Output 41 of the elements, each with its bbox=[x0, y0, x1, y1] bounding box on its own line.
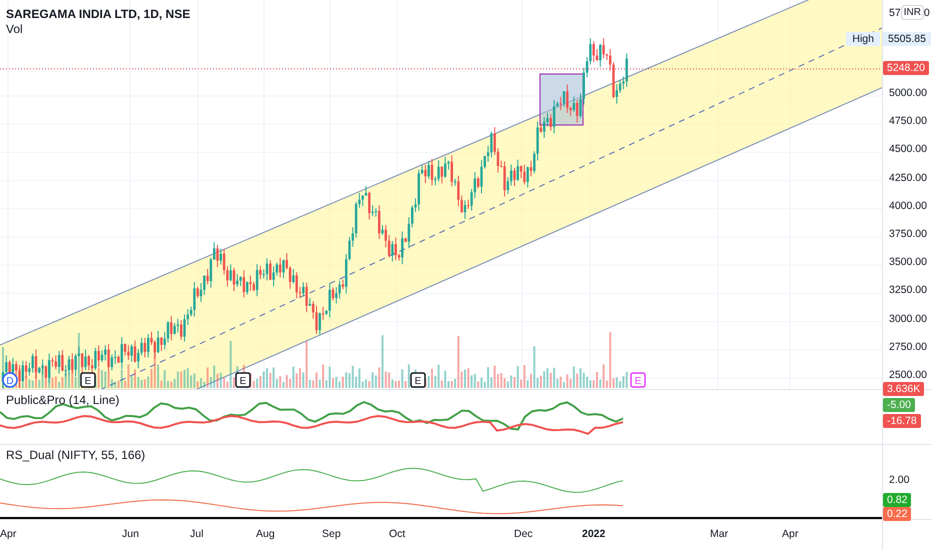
time-label: Jun bbox=[122, 528, 139, 540]
axis-tick: 3000.00 bbox=[889, 312, 927, 324]
time-label: 2022 bbox=[582, 528, 606, 540]
high-label: High bbox=[846, 32, 880, 46]
time-label: Dec bbox=[514, 528, 533, 540]
indicator-value: -5.00 bbox=[883, 398, 915, 412]
axis-tick: 3250.00 bbox=[889, 284, 927, 296]
indicator-value: 0.22 bbox=[883, 507, 912, 521]
axis-tick: 2500.00 bbox=[889, 368, 927, 381]
earnings-marker[interactable]: E bbox=[80, 372, 96, 388]
volume-label: Vol bbox=[6, 22, 23, 36]
earnings-marker[interactable]: E bbox=[410, 372, 426, 388]
axis-tick: 5000.00 bbox=[889, 87, 927, 99]
axis-tick: 2750.00 bbox=[889, 340, 927, 353]
last-price-label: 5248.20 bbox=[883, 61, 929, 75]
earnings-marker[interactable]: E bbox=[235, 372, 251, 388]
high-value: 5505.85 bbox=[883, 32, 931, 46]
time-label: Mar bbox=[710, 528, 728, 540]
indicator-title: Public&Pro (14, Line) bbox=[6, 393, 120, 407]
time-label: Apr bbox=[0, 528, 16, 540]
axis-tick: 57 bbox=[889, 6, 901, 18]
time-label: Aug bbox=[256, 528, 275, 540]
axis-tick: 4000.00 bbox=[889, 200, 927, 212]
time-label: Oct bbox=[389, 528, 406, 540]
currency-button[interactable]: INR bbox=[900, 5, 924, 20]
indicator-value: -16.78 bbox=[883, 414, 921, 428]
symbol-title: SAREGAMA INDIA LTD, 1D, NSE bbox=[6, 7, 190, 21]
volume-value-label: 3.636K bbox=[883, 382, 924, 396]
indicator-value: 0.82 bbox=[883, 493, 912, 507]
axis-tick: 3500.00 bbox=[889, 256, 927, 268]
axis-tick: 4500.00 bbox=[889, 143, 927, 156]
axis-tick: 3750.00 bbox=[889, 228, 927, 240]
time-label: Jul bbox=[190, 528, 204, 540]
axis-tick: 2.00 bbox=[889, 474, 910, 486]
axis-tick: 4750.00 bbox=[889, 115, 927, 128]
time-label: Sep bbox=[322, 528, 341, 540]
dividend-marker[interactable]: D bbox=[2, 372, 18, 388]
axis-tick: 0 bbox=[924, 6, 930, 18]
indicator-title: RS_Dual (NIFTY, 55, 166) bbox=[6, 448, 146, 462]
time-label: Apr bbox=[782, 528, 798, 540]
axis-tick: 4250.00 bbox=[889, 172, 927, 184]
